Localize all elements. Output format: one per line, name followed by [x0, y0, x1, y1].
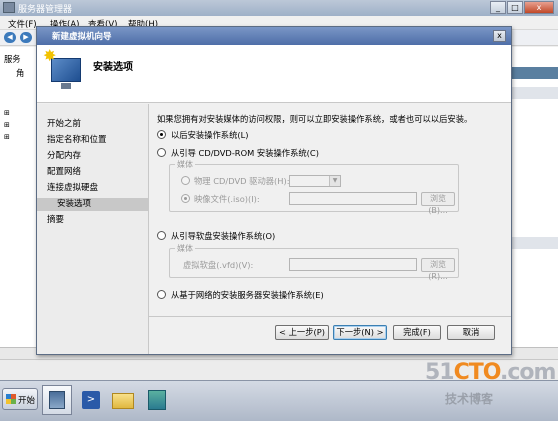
- tree-root[interactable]: 服务: [4, 53, 21, 65]
- radio-install-later[interactable]: [157, 130, 166, 139]
- tree-expander-3[interactable]: ⊞: [4, 133, 10, 141]
- step-summary[interactable]: 摘要: [37, 214, 149, 227]
- server-manager-titlebar: 服务器管理器 _ □ x: [0, 0, 558, 16]
- menu-file[interactable]: 文件(F): [8, 18, 37, 30]
- maximize-button[interactable]: □: [507, 1, 523, 14]
- label-install-later[interactable]: 以后安装操作系统(L): [171, 129, 248, 141]
- start-label: 开始: [18, 396, 36, 406]
- taskbar: 开始 >: [0, 380, 558, 421]
- label-virtual-floppy: 虚拟软盘(.vfd)(V):: [183, 260, 254, 270]
- tree-expander-2[interactable]: ⊞: [4, 121, 10, 129]
- cd-media-label: 媒体: [175, 159, 195, 170]
- intro-text: 如果您拥有对安装媒体的访问权限，则可以立即安装操作系统，或者也可以以后安装。: [157, 114, 473, 124]
- new-vm-icon: ✸: [43, 48, 87, 94]
- label-install-network[interactable]: 从基于网络的安装服务器安装操作系统(E): [171, 289, 324, 301]
- browse-vfd-button[interactable]: 浏览(R)...: [421, 258, 455, 281]
- wizard-header: ✸ 安装选项: [37, 45, 511, 103]
- wizard-titlebar: 新建虚拟机向导 x: [37, 27, 511, 45]
- section-header: [510, 67, 558, 79]
- step-virtual-disk[interactable]: 连接虚拟硬盘: [37, 182, 149, 195]
- floppy-media-label: 媒体: [175, 243, 195, 254]
- section-row: [510, 87, 558, 99]
- section-row-2: [510, 237, 558, 249]
- page-title: 安装选项: [93, 62, 133, 73]
- next-button[interactable]: 下一步(N) >: [333, 325, 387, 340]
- label-iso-file: 映像文件(.iso)(I):: [194, 194, 260, 204]
- radio-install-cd[interactable]: [157, 148, 166, 157]
- hyperv-manager-icon[interactable]: [142, 385, 172, 415]
- wizard-title: 新建虚拟机向导: [52, 32, 112, 42]
- iso-path-input[interactable]: [289, 192, 417, 205]
- label-install-cd[interactable]: 从引导 CD/DVD-ROM 安装操作系统(C): [171, 147, 319, 159]
- label-physical-drive: 物理 CD/DVD 驱动器(H):: [194, 176, 290, 186]
- previous-button[interactable]: < 上一步(P): [275, 325, 329, 340]
- new-vm-wizard-dialog: 新建虚拟机向导 x ✸ 安装选项 开始之前 指定名称和位置 分配内存 配置网络 …: [36, 26, 512, 355]
- server-manager-title: 服务器管理器: [18, 5, 73, 15]
- step-install-options[interactable]: 安装选项: [37, 198, 149, 211]
- start-button[interactable]: 开始: [2, 388, 38, 410]
- step-network[interactable]: 配置网络: [37, 166, 149, 179]
- install-options-panel: 如果您拥有对安装媒体的访问权限，则可以立即安装操作系统，或者也可以以后安装。 以…: [157, 113, 507, 313]
- tree-roles[interactable]: 角: [16, 67, 24, 79]
- button-separator: [149, 316, 511, 317]
- detail-pane: [510, 47, 558, 347]
- status-bar: [0, 359, 558, 380]
- forward-arrow-icon[interactable]: ▶: [20, 32, 32, 43]
- system-tray: [478, 389, 554, 415]
- wizard-close-icon[interactable]: x: [493, 30, 506, 42]
- tree-pane: 服务 角 ⊞ ⊞ ⊞: [0, 47, 40, 347]
- radio-iso-file[interactable]: [181, 194, 190, 203]
- vfd-path-input[interactable]: [289, 258, 417, 271]
- label-install-floppy[interactable]: 从引导软盘安装操作系统(O): [171, 230, 275, 242]
- cancel-button[interactable]: 取消: [447, 325, 495, 340]
- radio-install-floppy[interactable]: [157, 231, 166, 240]
- browse-iso-button[interactable]: 浏览(B)...: [421, 192, 455, 215]
- step-memory[interactable]: 分配内存: [37, 150, 149, 163]
- finish-button[interactable]: 完成(F): [393, 325, 441, 340]
- wizard-step-nav: 开始之前 指定名称和位置 分配内存 配置网络 连接虚拟硬盘 安装选项 摘要: [37, 104, 149, 354]
- radio-physical-drive[interactable]: [181, 176, 190, 185]
- tree-expander[interactable]: ⊞: [4, 109, 10, 117]
- server-manager-taskbar-icon[interactable]: [42, 385, 72, 415]
- server-manager-icon: [3, 2, 15, 13]
- chevron-down-icon: ▼: [329, 176, 340, 186]
- radio-install-network[interactable]: [157, 290, 166, 299]
- close-button[interactable]: x: [524, 1, 554, 14]
- back-arrow-icon[interactable]: ◀: [4, 32, 16, 43]
- powershell-taskbar-icon[interactable]: >: [76, 385, 106, 415]
- windows-logo-icon: [6, 394, 16, 404]
- explorer-folder-icon[interactable]: [108, 385, 138, 415]
- minimize-button[interactable]: _: [490, 1, 506, 14]
- step-name-location[interactable]: 指定名称和位置: [37, 134, 149, 147]
- step-before-you-begin[interactable]: 开始之前: [37, 118, 149, 131]
- drive-select[interactable]: ▼: [289, 175, 341, 187]
